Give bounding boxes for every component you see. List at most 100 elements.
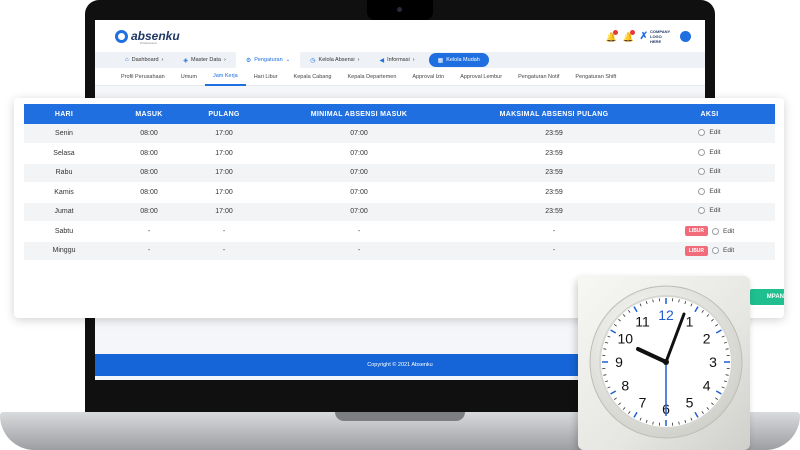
notification-dot xyxy=(612,29,618,35)
edit-radio[interactable] xyxy=(712,247,720,255)
edit-radio[interactable] xyxy=(698,148,706,156)
nav-pengaturan[interactable]: ⚙ Pengaturan ⌄ xyxy=(235,52,301,68)
cell-aksi: Edit xyxy=(644,163,775,183)
action-group: Edit xyxy=(698,187,721,195)
table-row: Jumat 08:00 17:00 07:00 23:59 Edit xyxy=(24,202,775,222)
action-group: Edit xyxy=(698,148,721,156)
message-bell-icon[interactable]: 🔔 xyxy=(623,29,635,42)
clock-center xyxy=(663,359,669,365)
table-row: Kamis 08:00 17:00 07:00 23:59 Edit xyxy=(24,182,775,203)
edit-link[interactable]: Edit xyxy=(709,207,720,214)
cell-hari: Sabtu xyxy=(24,221,104,242)
stage: absenku Professional 🔔 🔔 ✗ COMPANY LOGO … xyxy=(0,0,800,450)
cell-hari: Minggu xyxy=(24,241,104,261)
nav-informasi[interactable]: ◀ Informasi › xyxy=(369,52,424,68)
cell-pulang: 17:00 xyxy=(194,163,254,183)
edit-link[interactable]: Edit xyxy=(709,129,720,136)
header-pulang: PULANG xyxy=(194,104,254,124)
nav-label: Kelola Mudah xyxy=(446,57,480,63)
libur-badge: LIBUR xyxy=(684,226,709,237)
edit-link[interactable]: Edit xyxy=(723,228,734,235)
edit-radio[interactable] xyxy=(698,187,706,195)
megaphone-icon: ◀ xyxy=(379,57,385,64)
chevron-right-icon: › xyxy=(412,57,415,63)
jam-kerja-table: HARI MASUK PULANG MINIMAL ABSENSI MASUK … xyxy=(24,104,775,261)
cell-minimal-masuk: 07:00 xyxy=(254,163,464,183)
company-logo: ✗ COMPANY LOGO HERE xyxy=(640,29,672,44)
edit-radio[interactable] xyxy=(698,168,706,176)
edit-link[interactable]: Edit xyxy=(709,188,720,195)
nav-kelola-absensi[interactable]: ◷ Kelola Absensi › xyxy=(300,52,369,68)
action-group: Edit xyxy=(698,129,721,136)
edit-link[interactable]: Edit xyxy=(709,168,720,175)
cell-aksi: Edit xyxy=(644,143,775,164)
edit-radio[interactable] xyxy=(698,129,706,136)
company-label: COMPANY LOGO HERE xyxy=(650,29,671,44)
cell-aksi: Edit xyxy=(644,202,775,222)
cell-masuk: - xyxy=(104,241,194,261)
cell-maksimal-pulang: - xyxy=(464,221,644,242)
cell-masuk: - xyxy=(104,221,194,242)
nav-kelola-mudah[interactable]: ▦ Kelola Mudah xyxy=(428,53,489,67)
tab-kepala-departemen[interactable]: Kepala Departemen xyxy=(339,68,404,86)
tab-hari-libur[interactable]: Hari Libur xyxy=(246,68,286,86)
cell-hari: Senin xyxy=(24,124,104,144)
cell-hari: Jumat xyxy=(24,202,104,222)
logo-icon xyxy=(115,29,128,43)
table-row: Rabu 08:00 17:00 07:00 23:59 Edit xyxy=(24,163,775,183)
table-row: Selasa 08:00 17:00 07:00 23:59 Edit xyxy=(24,143,775,164)
tab-approval-izin[interactable]: Approval Izin xyxy=(404,68,452,86)
table-header-row: HARI MASUK PULANG MINIMAL ABSENSI MASUK … xyxy=(24,104,775,124)
nav-master-data[interactable]: ◈ Master Data › xyxy=(173,52,235,68)
cell-pulang: 17:00 xyxy=(194,124,254,144)
gear-icon: ⚙ xyxy=(245,57,252,64)
tab-profil-perusahaan[interactable]: Profil Perusahaan xyxy=(113,68,173,86)
tab-approval-lembur[interactable]: Approval Lembur xyxy=(452,68,510,86)
tab-kepala-cabang[interactable]: Kepala Cabang xyxy=(286,68,340,86)
cell-minimal-masuk: 07:00 xyxy=(254,143,464,164)
cell-maksimal-pulang: 23:59 xyxy=(464,163,644,183)
tab-pengaturan-shift[interactable]: Pengaturan Shift xyxy=(567,68,624,86)
clock-number: 2 xyxy=(703,331,711,347)
table-body: Senin 08:00 17:00 07:00 23:59 Edit Selasa 08:00… xyxy=(24,124,775,261)
cell-hari: Kamis xyxy=(24,182,104,203)
nav-label: Master Data xyxy=(191,57,221,63)
tab-umum[interactable]: Umum xyxy=(173,68,205,86)
home-icon: ⌂ xyxy=(125,57,129,63)
edit-link[interactable]: Edit xyxy=(709,149,720,156)
nav-dashboard[interactable]: ⌂ Dashboard › xyxy=(115,52,173,68)
cell-masuk: 08:00 xyxy=(104,182,194,203)
edit-radio[interactable] xyxy=(698,207,706,215)
action-group: Edit xyxy=(698,168,721,176)
cell-masuk: 08:00 xyxy=(104,143,194,164)
cell-minimal-masuk: 07:00 xyxy=(254,202,464,222)
clock-number: 4 xyxy=(703,378,711,394)
clock-number: 12 xyxy=(658,307,674,323)
edit-radio[interactable] xyxy=(712,227,720,235)
tab-jam-kerja[interactable]: Jam Kerja xyxy=(204,68,246,86)
app-header: absenku Professional 🔔 🔔 ✗ COMPANY LOGO … xyxy=(95,20,705,52)
save-button[interactable]: MPAN xyxy=(750,289,784,305)
tab-pengaturan-notif[interactable]: Pengaturan Notif xyxy=(510,68,567,86)
cell-pulang: 17:00 xyxy=(194,143,254,164)
user-avatar-icon[interactable] xyxy=(680,31,691,42)
cell-hari: Selasa xyxy=(24,143,104,164)
cell-masuk: 08:00 xyxy=(104,124,194,144)
cell-maksimal-pulang: 23:59 xyxy=(464,182,644,203)
table-row: Minggu - - - - LIBUR Edit xyxy=(24,241,775,261)
cell-maksimal-pulang: 23:59 xyxy=(464,124,644,144)
header-aksi: AKSI xyxy=(644,104,775,124)
edit-link[interactable]: Edit xyxy=(723,247,734,254)
cell-maksimal-pulang: 23:59 xyxy=(464,202,644,222)
cell-minimal-masuk: 07:00 xyxy=(254,124,464,144)
nav-label: Pengaturan xyxy=(254,57,283,63)
chevron-right-icon: › xyxy=(161,57,164,63)
cell-maksimal-pulang: 23:59 xyxy=(464,143,644,164)
laptop-groove xyxy=(335,412,465,421)
action-group: LIBUR Edit xyxy=(684,226,734,237)
header-hari: HARI xyxy=(24,104,104,124)
notification-bell-icon[interactable]: 🔔 xyxy=(606,29,618,42)
table-row: Senin 08:00 17:00 07:00 23:59 Edit xyxy=(24,124,775,144)
cell-minimal-masuk: - xyxy=(254,241,464,261)
clock-face: 121234567891011 xyxy=(589,285,743,439)
